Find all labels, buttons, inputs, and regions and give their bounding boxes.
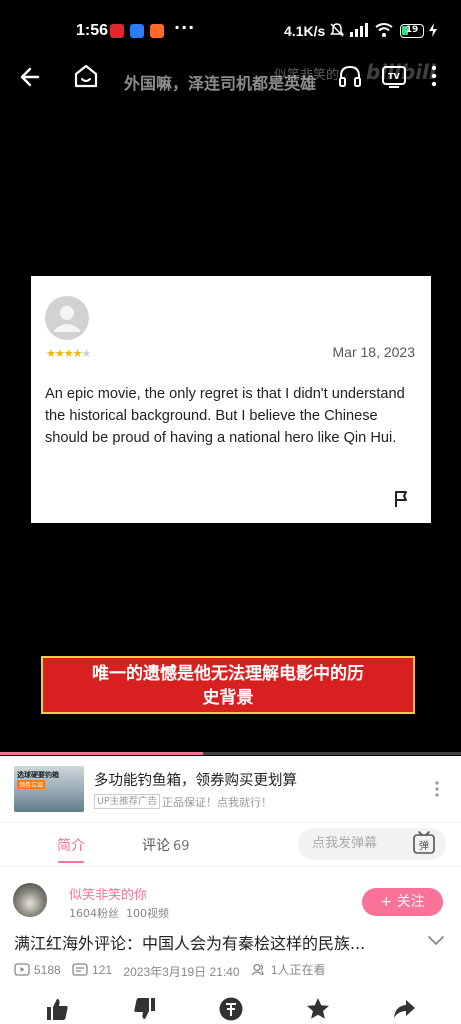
review-date: Mar 18, 2023 [332, 344, 416, 360]
more-vertical-icon[interactable] [430, 64, 438, 88]
danmaku-count-icon [72, 963, 88, 976]
progress-fill [0, 752, 203, 755]
action-bar [0, 994, 461, 1024]
uploader-stats: 1604粉丝 100视频 [69, 907, 169, 920]
chevron-down-icon[interactable] [427, 934, 445, 946]
ad-thumbnail[interactable]: 选球硬要钓箱 领券立减 [14, 766, 84, 812]
star-filled-icon: ★ [72, 347, 83, 360]
video-meta: 5188 121 2023年3月19日 21:40 1人正在看 [14, 961, 334, 980]
publish-date: 2023年3月19日 21:40 [123, 965, 240, 979]
like-icon[interactable] [44, 996, 70, 1022]
wifi-icon [375, 23, 393, 37]
tab-active-indicator [58, 861, 84, 863]
tab-intro[interactable]: 简介 [57, 835, 85, 855]
video-info-panel: 选球硬要钓箱 领券立减 多功能钓鱼箱，领券购买更划算 UP主推荐广告 正品保证！… [0, 756, 461, 1024]
star-filled-icon: ★ [63, 347, 74, 360]
mute-bell-icon [330, 23, 344, 37]
follow-button[interactable]: + 关注 [362, 888, 443, 916]
status-time: 1:56 [76, 22, 109, 39]
view-count: 5188 [14, 963, 61, 977]
status-bar: 1:56 ··· 4.1K/s 19 [0, 0, 461, 60]
ad-slogan: 正品保证！点我就行！ [162, 796, 272, 809]
uploader-avatar[interactable] [13, 883, 47, 917]
browser-icon [130, 24, 144, 38]
dislike-icon[interactable] [132, 996, 158, 1022]
star-filled-icon: ★ [54, 347, 65, 360]
network-speed: 4.1K/s [284, 23, 326, 39]
tab-comments[interactable]: 评论 69 [142, 835, 190, 855]
watching-now: 1人正在看 [251, 961, 326, 978]
danmaku-toggle-button[interactable]: 弹 [402, 828, 446, 860]
svg-text:弹: 弹 [419, 839, 429, 852]
danmaku-count: 121 [72, 963, 112, 977]
share-icon[interactable] [391, 996, 417, 1022]
star-empty-icon: ★ [81, 347, 92, 360]
headphones-icon[interactable] [338, 64, 362, 88]
coin-icon[interactable] [218, 996, 244, 1022]
subtitle-caption: 唯一的遗憾是他无法理解电影中的历 史背景 [41, 656, 415, 714]
watching-people-icon [251, 963, 264, 976]
comments-count: 69 [173, 839, 190, 854]
tab-bar: 简介 评论 69 点我发弹幕 弹 [0, 823, 461, 867]
ad-title[interactable]: 多功能钓鱼箱，领券购买更划算 [94, 769, 297, 790]
play-count-icon [14, 963, 30, 976]
back-arrow-icon[interactable] [18, 64, 44, 90]
uploader-name[interactable]: 似笑非笑的你 [69, 884, 147, 903]
uploader-watermark: 似笑非笑的 [274, 68, 340, 83]
video-title[interactable]: 满江红海外评论：中国人会为有秦桧这样的民族... [14, 930, 414, 954]
ad-banner[interactable]: 选球硬要钓箱 领券立减 多功能钓鱼箱，领券购买更划算 UP主推荐广告 正品保证！… [0, 756, 461, 822]
danmaku-icon: 弹 [413, 831, 435, 854]
subtitle-line-1: 唯一的遗憾是他无法理解电影中的历 [92, 664, 364, 684]
netease-music-icon [110, 24, 124, 38]
danmaku-input[interactable]: 点我发弹幕 [298, 828, 402, 860]
reviewer-avatar [45, 296, 89, 340]
camera-app-icon [150, 24, 164, 38]
star-filled-icon: ★ [46, 347, 56, 360]
subtitle-line-2: 史背景 [202, 688, 254, 708]
charging-icon [429, 23, 437, 37]
video-player[interactable]: 外国嘛，泽连司机都是英雄 似笑非笑的 bilibili TV ★★★★★ Mar… [0, 56, 461, 756]
signal-icon [350, 23, 368, 37]
more-notifications-icon: ··· [174, 18, 196, 37]
progress-bar[interactable] [0, 752, 461, 755]
tv-cast-icon[interactable]: TV [380, 62, 408, 90]
svg-text:TV: TV [388, 72, 400, 81]
favorite-star-icon[interactable] [305, 996, 331, 1022]
review-text: An epic movie, the only regret is that I… [45, 386, 405, 446]
battery-indicator: 19 [400, 24, 424, 38]
review-card: ★★★★★ Mar 18, 2023 An epic movie, the on… [31, 276, 431, 523]
home-icon[interactable] [72, 62, 100, 90]
ad-tag: UP主推荐广告 [94, 794, 161, 809]
ad-more-icon[interactable] [434, 780, 440, 798]
star-rating: ★★★★★ [46, 347, 92, 360]
report-flag-icon[interactable] [393, 490, 409, 508]
